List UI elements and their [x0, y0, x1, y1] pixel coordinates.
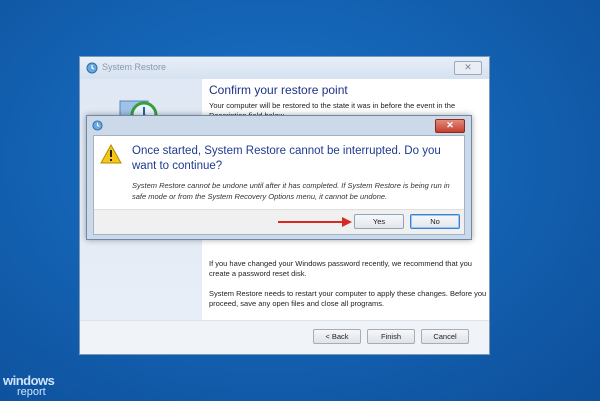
window-title: System Restore — [102, 62, 167, 72]
system-restore-icon — [92, 120, 103, 131]
cancel-button[interactable]: Cancel — [421, 329, 469, 344]
dialog-heading: Once started, System Restore cannot be i… — [132, 145, 441, 172]
dialog-footer: Yes No — [94, 209, 464, 234]
restart-note: System Restore needs to restart your com… — [209, 289, 487, 308]
dialog-titlebar[interactable]: ✕ — [87, 116, 471, 135]
system-restore-icon — [86, 62, 98, 74]
confirmation-dialog: ✕ Once started, System Restore cannot be… — [86, 115, 472, 240]
password-note: If you have changed your Windows passwor… — [209, 259, 472, 278]
watermark-logo: windows report — [3, 373, 67, 399]
dialog-close-button[interactable]: ✕ — [435, 119, 465, 133]
close-icon: ✕ — [464, 62, 472, 72]
close-icon: ✕ — [446, 120, 454, 130]
watermark-line2: report — [17, 386, 46, 398]
arrow-icon — [278, 217, 352, 227]
window-close-button[interactable]: ✕ — [454, 61, 482, 75]
window-titlebar[interactable]: System Restore ✕ — [80, 57, 489, 79]
page-title: Confirm your restore point — [209, 83, 348, 97]
wizard-footer: < Back Finish Cancel — [80, 320, 489, 354]
dialog-message: System Restore cannot be undone until af… — [132, 181, 450, 201]
dialog-body: Once started, System Restore cannot be i… — [93, 135, 465, 235]
no-button[interactable]: No — [410, 214, 460, 229]
finish-button[interactable]: Finish — [367, 329, 415, 344]
back-button[interactable]: < Back — [313, 329, 361, 344]
warning-icon — [100, 144, 122, 164]
yes-button[interactable]: Yes — [354, 214, 404, 229]
